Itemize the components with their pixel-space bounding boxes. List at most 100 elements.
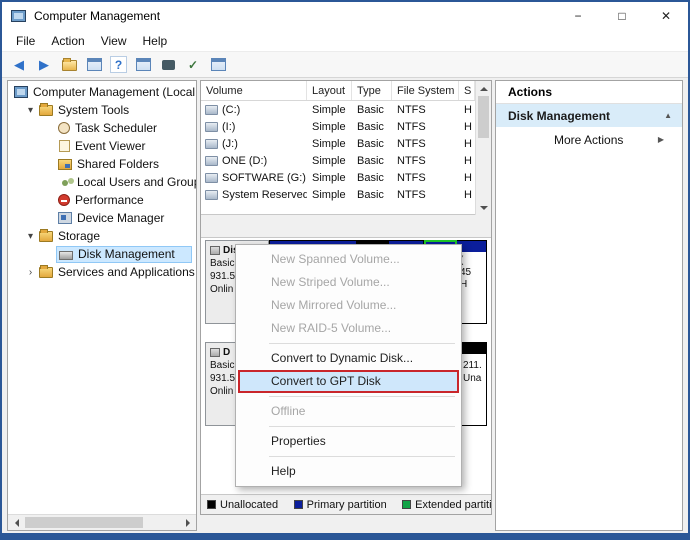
menu-item-properties[interactable]: Properties: [236, 430, 461, 453]
console-window-icon[interactable]: [85, 56, 103, 74]
menu-item-convert-to-gpt-disk[interactable]: Convert to GPT Disk: [238, 370, 459, 393]
menu-item-help[interactable]: Help: [236, 460, 461, 483]
volume-status: H: [459, 135, 475, 152]
volume-layout: Simple: [307, 186, 352, 203]
tree-item-label: Local Users and Groups: [77, 175, 196, 189]
volume-layout: Simple: [307, 118, 352, 135]
legend-label: Primary partition: [307, 499, 386, 511]
expander-icon[interactable]: ›: [24, 267, 37, 278]
volume-type: Basic: [352, 118, 392, 135]
properties-window-icon[interactable]: [134, 56, 152, 74]
close-button[interactable]: ✕: [644, 2, 688, 30]
back-icon[interactable]: ◀: [10, 56, 28, 74]
disk-icon: [210, 246, 220, 255]
column-file-system[interactable]: File System: [392, 81, 459, 100]
volume-row[interactable]: (C:) Simple Basic NTFS H: [201, 101, 475, 118]
volume-row[interactable]: SOFTWARE (G:) Simple Basic NTFS H: [201, 169, 475, 186]
tree-item-label: Disk Management: [78, 247, 175, 261]
folder-icon: [39, 267, 53, 278]
tree-item-performance[interactable]: Performance: [8, 191, 196, 209]
volume-row[interactable]: ONE (D:) Simple Basic NTFS H: [201, 152, 475, 169]
action-pane-icon[interactable]: [159, 56, 177, 74]
legend-extended-partition: Extended partiti: [402, 499, 491, 511]
help-icon[interactable]: ?: [110, 56, 127, 73]
expander-icon[interactable]: ▾: [24, 105, 37, 116]
horizontal-scrollbar[interactable]: [8, 514, 196, 530]
menu-view[interactable]: View: [93, 32, 135, 50]
volume-name: (C:): [222, 104, 240, 116]
scroll-right-icon[interactable]: [180, 515, 196, 530]
scroll-left-icon[interactable]: [8, 515, 24, 530]
submenu-arrow-icon[interactable]: ▶: [658, 135, 664, 144]
column-type[interactable]: Type: [352, 81, 392, 100]
users-icon: [62, 180, 68, 186]
tree-item-computer-management[interactable]: Computer Management (Local: [8, 83, 196, 101]
menu-help[interactable]: Help: [135, 32, 176, 50]
maximize-button[interactable]: □: [600, 2, 644, 30]
menu-item-new-spanned-volume: New Spanned Volume...: [236, 248, 461, 271]
menu-item-new-raid5-volume: New RAID-5 Volume...: [236, 317, 461, 340]
column-status[interactable]: S: [459, 81, 475, 100]
menu-item-offline: Offline: [236, 400, 461, 423]
volume-name: (J:): [222, 138, 238, 150]
menu-item-convert-to-dynamic-disk[interactable]: Convert to Dynamic Disk...: [236, 347, 461, 370]
volume-layout: Simple: [307, 101, 352, 118]
forward-icon[interactable]: ▶: [35, 56, 53, 74]
actions-section-disk-management[interactable]: Disk Management ▲: [496, 104, 682, 127]
tree-item-shared-folders[interactable]: Shared Folders: [8, 155, 196, 173]
toolbar: ◀ ▶ ? ✓: [2, 51, 688, 78]
tree-item-label: Shared Folders: [77, 157, 159, 171]
volume-row[interactable]: (J:) Simple Basic NTFS H: [201, 135, 475, 152]
scrollbar-thumb[interactable]: [478, 96, 489, 138]
scroll-down-icon[interactable]: [476, 201, 491, 215]
tree-item-disk-management[interactable]: Disk Management: [8, 245, 196, 263]
legend-unallocated: Unallocated: [207, 499, 278, 511]
volume-row[interactable]: System Reserved Simple Basic NTFS H: [201, 186, 475, 203]
scroll-up-icon[interactable]: [476, 81, 491, 95]
minimize-button[interactable]: −: [556, 2, 600, 30]
partition-text: 45: [460, 267, 486, 279]
device-manager-icon: [58, 212, 72, 224]
legend-label: Extended partiti: [415, 499, 491, 511]
volume-row[interactable]: (I:) Simple Basic NTFS H: [201, 118, 475, 135]
commit-check-icon[interactable]: ✓: [184, 56, 202, 74]
volume-type: Basic: [352, 101, 392, 118]
tree-item-device-manager[interactable]: Device Manager: [8, 209, 196, 227]
tree-item-event-viewer[interactable]: Event Viewer: [8, 137, 196, 155]
volume-fs: NTFS: [392, 152, 459, 169]
menu-item-new-mirrored-volume: New Mirrored Volume...: [236, 294, 461, 317]
new-window-icon[interactable]: [209, 56, 227, 74]
partition-text: 211.: [463, 359, 482, 372]
column-layout[interactable]: Layout: [307, 81, 352, 100]
volume-layout: Simple: [307, 152, 352, 169]
tree-item-label: Storage: [58, 229, 100, 243]
volume-type: Basic: [352, 186, 392, 203]
collapse-icon[interactable]: ▲: [664, 111, 672, 120]
column-volume[interactable]: Volume: [201, 81, 307, 100]
partition-text: H: [460, 279, 486, 291]
vertical-scrollbar[interactable]: [475, 81, 491, 215]
tree-item-services-and-applications[interactable]: › Services and Applications: [8, 263, 196, 281]
console-tree-pane: Computer Management (Local ▾ System Tool…: [7, 80, 197, 531]
selected-tree-item[interactable]: Disk Management: [56, 246, 192, 263]
tree-item-label: Computer Management (Local: [33, 85, 195, 99]
tree-item-system-tools[interactable]: ▾ System Tools: [8, 101, 196, 119]
disk-icon: [210, 348, 220, 357]
disk-name: D: [223, 346, 230, 359]
clock-icon: [58, 122, 70, 134]
volume-fs: NTFS: [392, 186, 459, 203]
more-actions-item[interactable]: More Actions ▶: [496, 127, 682, 152]
actions-title: Actions: [496, 81, 682, 104]
scrollbar-thumb[interactable]: [25, 517, 143, 528]
volume-layout: Simple: [307, 169, 352, 186]
tree-item-task-scheduler[interactable]: Task Scheduler: [8, 119, 196, 137]
menu-action[interactable]: Action: [43, 32, 92, 50]
tree-item-storage[interactable]: ▾ Storage: [8, 227, 196, 245]
export-folder-icon[interactable]: [60, 56, 78, 74]
volume-fs: NTFS: [392, 101, 459, 118]
tree-item-local-users-and-groups[interactable]: Local Users and Groups: [8, 173, 196, 191]
menu-file[interactable]: File: [8, 32, 43, 50]
computer-icon: [14, 86, 28, 98]
expander-icon[interactable]: ▾: [24, 231, 37, 242]
window-title: Computer Management: [34, 9, 160, 23]
